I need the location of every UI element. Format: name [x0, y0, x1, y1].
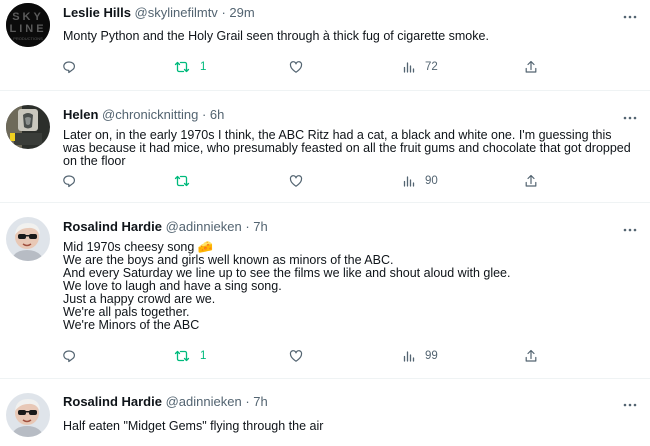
share-button[interactable] [524, 347, 538, 365]
author-name[interactable]: Rosalind Hardie [63, 219, 162, 234]
tweet-actions: 90 [0, 172, 650, 190]
tweet[interactable]: SKY LINE PRODUCTIONS Leslie Hills @skyli… [0, 0, 650, 91]
avatar-logo-line2: LINE [9, 23, 46, 35]
retweet-count: 1 [200, 350, 207, 362]
more-icon [623, 403, 637, 407]
author-name[interactable]: Leslie Hills [63, 5, 131, 20]
retweet-count: 1 [200, 61, 207, 73]
avatar[interactable] [6, 105, 50, 149]
share-button[interactable] [524, 172, 538, 190]
retweet-button[interactable] [174, 172, 190, 190]
more-icon [623, 116, 637, 120]
reply-icon [63, 61, 75, 74]
avatar-logo-line1: SKY [12, 11, 44, 23]
like-icon [289, 350, 303, 362]
reply-icon [63, 350, 75, 363]
separator-dot: · [221, 5, 226, 20]
tweet[interactable]: Helen @chronicknitting · 6h Later on, in… [0, 91, 650, 203]
share-button[interactable] [524, 58, 538, 76]
views-count: 99 [425, 350, 438, 362]
retweet-icon [174, 61, 190, 73]
views-button[interactable]: 99 [403, 347, 438, 365]
reply-button[interactable] [62, 58, 76, 76]
tweet[interactable]: Rosalind Hardie @adinnieken · 7h Half ea… [0, 379, 650, 446]
tweet-header: Leslie Hills @skylinefilmtv · 29m [63, 5, 255, 21]
more-icon [623, 15, 637, 19]
timestamp[interactable]: 29m [229, 5, 254, 20]
tweet-text: Later on, in the early 1970s I think, th… [63, 128, 635, 168]
reply-icon [63, 175, 75, 188]
views-button[interactable]: 90 [403, 172, 438, 190]
retweet-button[interactable]: 1 [174, 347, 206, 365]
timestamp[interactable]: 7h [253, 219, 267, 234]
views-count: 90 [425, 175, 438, 187]
like-button[interactable] [289, 58, 303, 76]
more-icon [623, 228, 637, 232]
retweet-icon [174, 350, 190, 362]
share-icon [525, 349, 537, 362]
like-button[interactable] [289, 172, 303, 190]
timestamp[interactable]: 7h [253, 394, 267, 409]
author-name[interactable]: Rosalind Hardie [63, 394, 162, 409]
tweet-actions: 1 72 [0, 58, 650, 76]
timestamp[interactable]: 6h [210, 107, 224, 122]
separator-dot: · [201, 107, 207, 122]
author-handle[interactable]: @adinnieken [166, 394, 242, 409]
avatar[interactable] [6, 217, 50, 261]
retweet-button[interactable]: 1 [174, 58, 206, 76]
tweet[interactable]: Rosalind Hardie @adinnieken · 7h Mid 197… [0, 203, 650, 379]
more-options-button[interactable] [622, 222, 638, 238]
reply-button[interactable] [62, 347, 76, 365]
tweet-text: Mid 1970s cheesy song 🧀 We are the boys … [63, 240, 511, 332]
tweet-header: Helen @chronicknitting · 6h [63, 107, 224, 123]
like-icon [289, 175, 303, 187]
tweet-header: Rosalind Hardie @adinnieken · 7h [63, 394, 268, 410]
share-icon [525, 60, 537, 73]
reply-button[interactable] [62, 172, 76, 190]
retweet-icon [174, 175, 190, 187]
like-button[interactable] [289, 347, 303, 365]
more-options-button[interactable] [622, 110, 638, 126]
author-handle[interactable]: @adinnieken [166, 219, 242, 234]
tweet-header: Rosalind Hardie @adinnieken · 7h [63, 219, 268, 235]
tweet-text: Monty Python and the Holy Grail seen thr… [63, 29, 489, 43]
more-options-button[interactable] [622, 9, 638, 25]
author-handle[interactable]: @chronicknitting [102, 107, 198, 122]
avatar[interactable]: SKY LINE PRODUCTIONS [6, 3, 50, 47]
share-icon [525, 174, 537, 187]
author-name[interactable]: Helen [63, 107, 98, 122]
avatar-logo-line3: PRODUCTIONS [13, 36, 43, 41]
views-icon [403, 62, 415, 73]
author-handle[interactable]: @skylinefilmtv [135, 5, 218, 20]
views-icon [403, 351, 415, 362]
tweet-text: Half eaten "Midget Gems" flying through … [63, 419, 324, 433]
avatar[interactable] [6, 393, 50, 437]
tweet-actions: 1 99 [0, 347, 650, 365]
like-icon [289, 61, 303, 73]
separator-dot: · [245, 394, 250, 409]
views-button[interactable]: 72 [403, 58, 438, 76]
timeline-feed: SKY LINE PRODUCTIONS Leslie Hills @skyli… [0, 0, 650, 446]
views-icon [403, 176, 415, 187]
views-count: 72 [425, 61, 438, 73]
separator-dot: · [245, 219, 250, 234]
more-options-button[interactable] [622, 397, 638, 413]
